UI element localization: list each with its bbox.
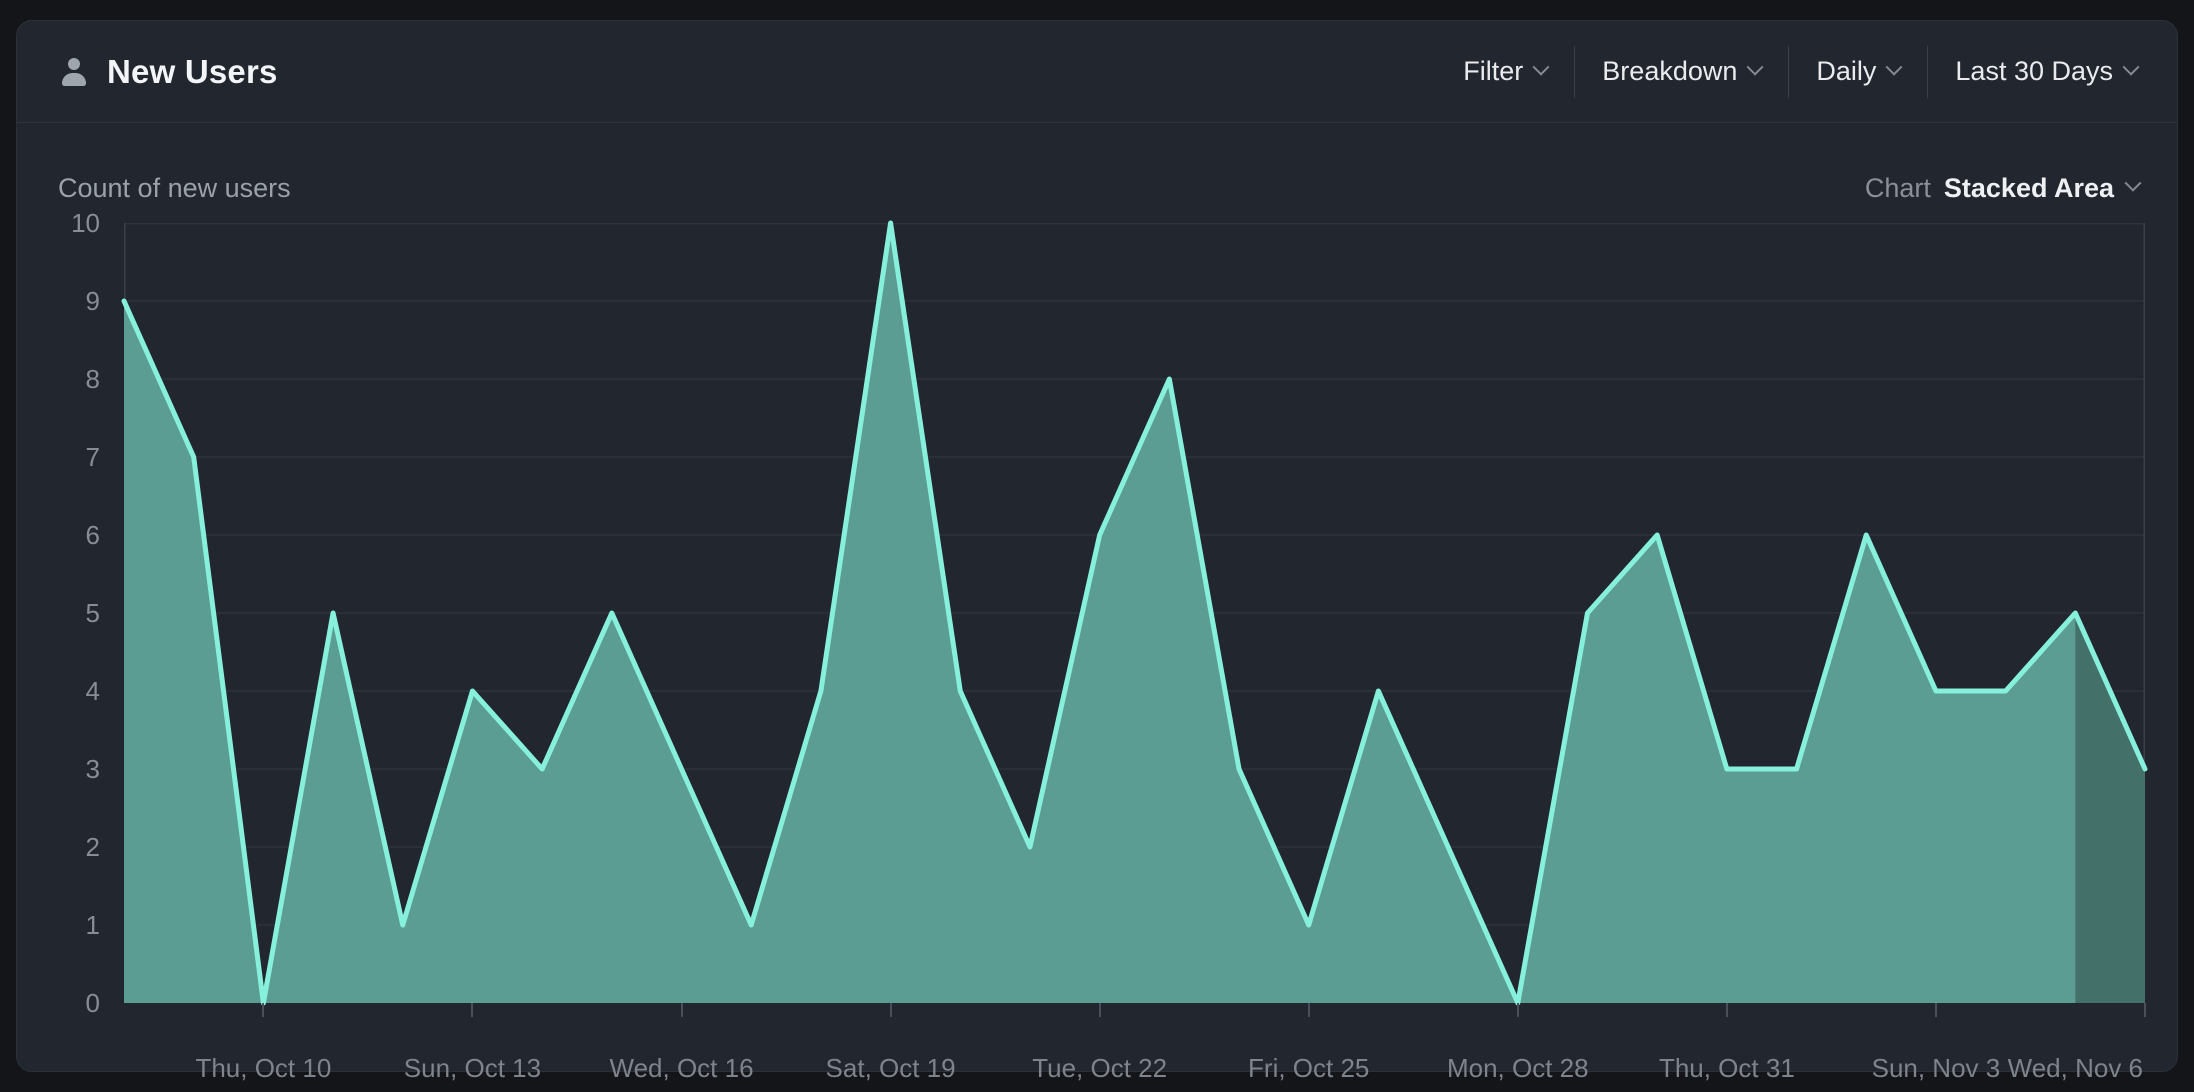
y-axis-tick-label: 4 bbox=[17, 675, 100, 707]
y-axis-tick-label: 2 bbox=[17, 831, 100, 863]
x-axis-tick-label: Wed, Nov 6 bbox=[2008, 1052, 2143, 1084]
x-axis-tick bbox=[1726, 1003, 1728, 1017]
x-axis-tick bbox=[2144, 1003, 2146, 1017]
chart-type-caption: Chart bbox=[1865, 173, 1931, 204]
x-axis-tick-label: Thu, Oct 31 bbox=[1659, 1052, 1795, 1084]
chevron-down-icon bbox=[1533, 58, 1550, 75]
chevron-down-icon bbox=[1747, 58, 1764, 75]
granularity-label: Daily bbox=[1816, 56, 1876, 87]
x-axis-tick bbox=[890, 1003, 892, 1017]
chart-type-value: Stacked Area bbox=[1944, 173, 2114, 204]
x-axis-tick-label: Wed, Oct 16 bbox=[610, 1052, 754, 1084]
filter-label: Filter bbox=[1463, 56, 1523, 87]
breakdown-dropdown[interactable]: Breakdown bbox=[1602, 56, 1761, 87]
y-axis-tick-label: 10 bbox=[17, 207, 100, 239]
date-range-dropdown[interactable]: Last 30 Days bbox=[1955, 56, 2137, 87]
chart-type-selector[interactable]: Chart Stacked Area bbox=[1865, 173, 2139, 204]
x-axis-tick bbox=[471, 1003, 473, 1017]
page-title: New Users bbox=[107, 53, 278, 91]
y-axis-tick-label: 9 bbox=[17, 285, 100, 317]
chart-subheader: Count of new users Chart Stacked Area bbox=[17, 144, 2177, 232]
x-axis-tick-label: Sun, Nov 3 bbox=[1872, 1052, 2001, 1084]
y-axis-tick-label: 1 bbox=[17, 909, 100, 941]
card-header: New Users Filter Breakdown Daily Last 30… bbox=[17, 21, 2177, 123]
divider bbox=[1574, 46, 1575, 98]
x-axis-tick bbox=[1517, 1003, 1519, 1017]
x-axis-tick bbox=[681, 1003, 683, 1017]
x-axis-tick-label: Mon, Oct 28 bbox=[1447, 1052, 1589, 1084]
granularity-dropdown[interactable]: Daily bbox=[1816, 56, 1900, 87]
chart-plot-area[interactable] bbox=[124, 223, 2145, 1003]
new-users-card: New Users Filter Breakdown Daily Last 30… bbox=[16, 20, 2178, 1072]
y-axis-tick-label: 5 bbox=[17, 597, 100, 629]
chevron-down-icon bbox=[1886, 58, 1903, 75]
divider bbox=[1927, 46, 1928, 98]
x-axis-tick bbox=[1935, 1003, 1937, 1017]
filter-dropdown[interactable]: Filter bbox=[1463, 56, 1547, 87]
x-axis-tick bbox=[1308, 1003, 1310, 1017]
y-axis-tick-label: 0 bbox=[17, 987, 100, 1019]
divider bbox=[1788, 46, 1789, 98]
y-axis-tick-label: 8 bbox=[17, 363, 100, 395]
metric-label: Count of new users bbox=[58, 173, 291, 204]
user-icon bbox=[59, 57, 89, 87]
breakdown-label: Breakdown bbox=[1602, 56, 1737, 87]
x-axis-tick-label: Tue, Oct 22 bbox=[1032, 1052, 1167, 1084]
x-axis-tick-label: Sat, Oct 19 bbox=[826, 1052, 956, 1084]
x-axis-tick bbox=[1099, 1003, 1101, 1017]
y-axis-tick-label: 7 bbox=[17, 441, 100, 473]
x-axis-tick-label: Thu, Oct 10 bbox=[195, 1052, 331, 1084]
area-chart-canvas[interactable] bbox=[124, 223, 2145, 1003]
title-group: New Users bbox=[59, 53, 278, 91]
x-axis-tick-label: Sun, Oct 13 bbox=[404, 1052, 541, 1084]
header-controls: Filter Breakdown Daily Last 30 Days bbox=[1463, 46, 2137, 98]
y-axis-tick-label: 3 bbox=[17, 753, 100, 785]
date-range-label: Last 30 Days bbox=[1955, 56, 2113, 87]
x-axis-tick-label: Fri, Oct 25 bbox=[1248, 1052, 1369, 1084]
chevron-down-icon bbox=[2123, 58, 2140, 75]
chevron-down-icon bbox=[2125, 175, 2142, 192]
y-axis-tick-label: 6 bbox=[17, 519, 100, 551]
x-axis-tick bbox=[262, 1003, 264, 1017]
